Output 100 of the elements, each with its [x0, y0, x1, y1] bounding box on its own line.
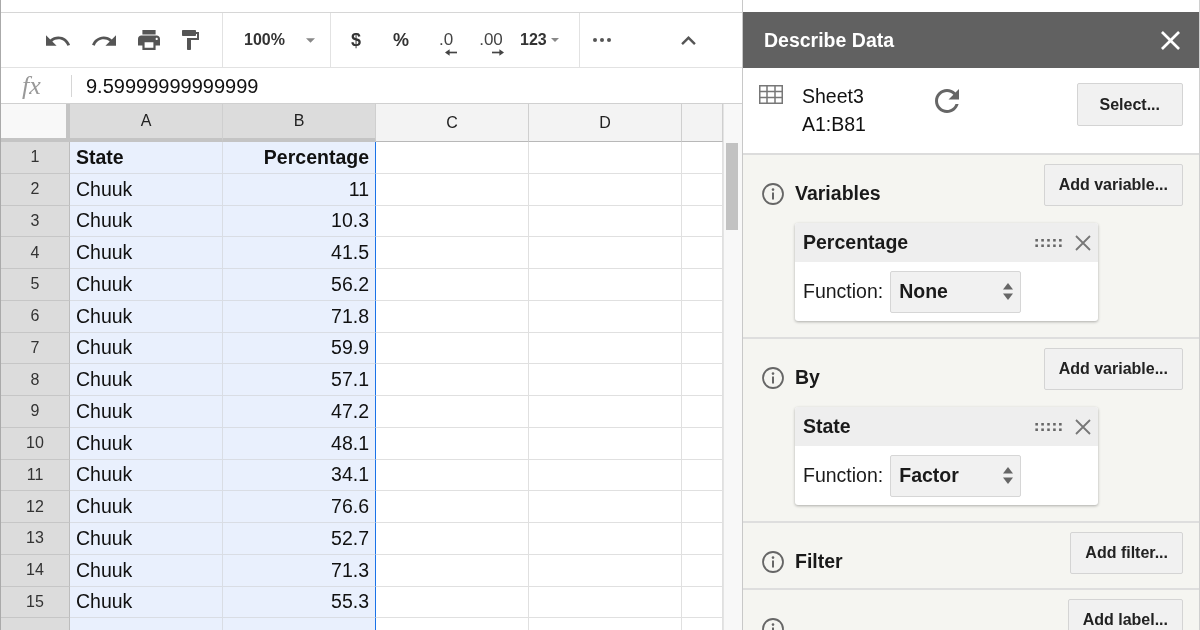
table-cell: Chuuk [70, 396, 223, 428]
table-cell [682, 269, 723, 301]
function-select[interactable]: None [890, 270, 1022, 313]
table-cell: 71.3 [223, 554, 376, 587]
add-button[interactable]: Add variable... [1043, 164, 1183, 206]
right-arrow-icon [492, 48, 504, 56]
table-cell: 55.3 [223, 586, 376, 619]
section-title: Variables [795, 181, 881, 206]
row-header[interactable]: 14 [1, 554, 70, 587]
info-icon[interactable] [762, 367, 784, 389]
table-cell: 47.2 [223, 396, 376, 428]
close-icon[interactable] [1161, 30, 1180, 50]
row-header[interactable]: 11 [1, 459, 70, 492]
row-header[interactable]: 4 [1, 237, 70, 269]
column-header[interactable]: B [223, 104, 376, 142]
table-cell [682, 300, 723, 333]
table-cell: Chuuk [70, 237, 223, 269]
row-header[interactable]: 7 [1, 332, 70, 365]
print-icon[interactable] [138, 30, 160, 50]
table-cell: Chuuk [70, 205, 223, 238]
chevron-up-icon[interactable] [681, 35, 696, 45]
row-header[interactable]: 10 [1, 427, 70, 460]
up-down-arrows-icon [1003, 283, 1014, 300]
add-button[interactable]: Add filter... [1070, 532, 1183, 574]
row-header[interactable]: 13 [1, 523, 70, 555]
table-cell: Chuuk [70, 364, 223, 396]
info-icon[interactable] [762, 551, 784, 573]
section-title: By [795, 365, 820, 390]
panel-title: Describe Data [764, 28, 895, 52]
table-cell: Chuuk [70, 586, 223, 619]
more-icon[interactable] [593, 38, 611, 42]
corner-cell[interactable] [1, 104, 70, 142]
redo-icon[interactable] [92, 34, 116, 46]
paint-roller-icon[interactable] [182, 30, 199, 50]
table-cell: 57.1 [223, 364, 376, 396]
table-cell: 48.1 [223, 427, 376, 460]
increase-decimals-button[interactable]: .00 [473, 30, 509, 56]
caret-icon [550, 38, 559, 42]
table-cell [682, 332, 723, 365]
zoom-dropdown[interactable]: 100% [244, 31, 315, 49]
function-label: Function: [803, 280, 884, 303]
row-header[interactable]: 15 [1, 586, 70, 619]
table-cell: 59.9 [223, 332, 376, 365]
add-button[interactable]: Add label... [1067, 599, 1183, 630]
table-cell: Chuuk [70, 554, 223, 587]
row-header[interactable]: 8 [1, 364, 70, 396]
table-cell: 71.8 [223, 300, 376, 333]
undo-icon[interactable] [46, 34, 70, 46]
row-header[interactable]: 2 [1, 173, 70, 206]
format-button[interactable]: % [383, 31, 419, 49]
column-header[interactable]: C [376, 104, 529, 142]
table-cell: 76.6 [223, 491, 376, 523]
table-cell [682, 523, 723, 555]
table-cell: Percentage [223, 142, 376, 174]
column-header[interactable]: A [70, 104, 223, 142]
table-cell [682, 364, 723, 396]
table-cell: 56.2 [223, 269, 376, 301]
left-arrow-icon [444, 48, 457, 56]
formula-field[interactable]: 9.59999999999999 [86, 73, 259, 98]
decrease-decimals-button[interactable]: .0 [428, 30, 464, 56]
function-select[interactable]: Factor [890, 454, 1022, 497]
up-down-arrows-icon [1003, 467, 1014, 484]
number-format-dropdown[interactable]: 123 [520, 31, 559, 49]
table-cell [682, 459, 723, 492]
range-text: A1:B81 [802, 112, 867, 137]
column-header[interactable]: D [529, 104, 682, 142]
row-header[interactable]: 12 [1, 491, 70, 523]
scrollbar-thumb[interactable] [726, 143, 738, 230]
table-cell: Chuuk [70, 269, 223, 301]
select-button[interactable]: Select... [1076, 83, 1183, 126]
section-title: Filter [795, 549, 843, 574]
table-cell [682, 205, 723, 238]
grid-icon [759, 85, 783, 104]
format-button[interactable]: $ [338, 31, 374, 49]
info-icon[interactable] [762, 183, 784, 205]
table-cell: Chuuk [70, 173, 223, 206]
sheet-name: Sheet3 [802, 84, 865, 109]
variable-name: Percentage [803, 231, 909, 254]
row-header[interactable]: 3 [1, 205, 70, 238]
table-cell [682, 427, 723, 460]
add-button[interactable]: Add variable... [1043, 348, 1183, 390]
function-label: Function: [803, 464, 884, 487]
caret-icon [305, 37, 315, 43]
variable-name: State [803, 415, 851, 438]
close-icon[interactable] [1075, 234, 1091, 251]
row-header[interactable]: 9 [1, 396, 70, 428]
table-cell: Chuuk [70, 523, 223, 555]
refresh-icon[interactable] [935, 89, 959, 113]
table-cell: 52.7 [223, 523, 376, 555]
row-header[interactable]: 1 [1, 142, 70, 174]
table-cell [682, 491, 723, 523]
row-header[interactable]: 6 [1, 300, 70, 333]
scrollbar-track[interactable] [723, 104, 742, 630]
row-header[interactable]: 5 [1, 269, 70, 301]
close-icon[interactable] [1075, 418, 1091, 435]
drag-handle-icon[interactable] [1035, 422, 1062, 431]
formula-label: fx [22, 71, 42, 100]
table-cell [682, 396, 723, 428]
drag-handle-icon[interactable] [1035, 238, 1062, 247]
table-cell [682, 173, 723, 206]
